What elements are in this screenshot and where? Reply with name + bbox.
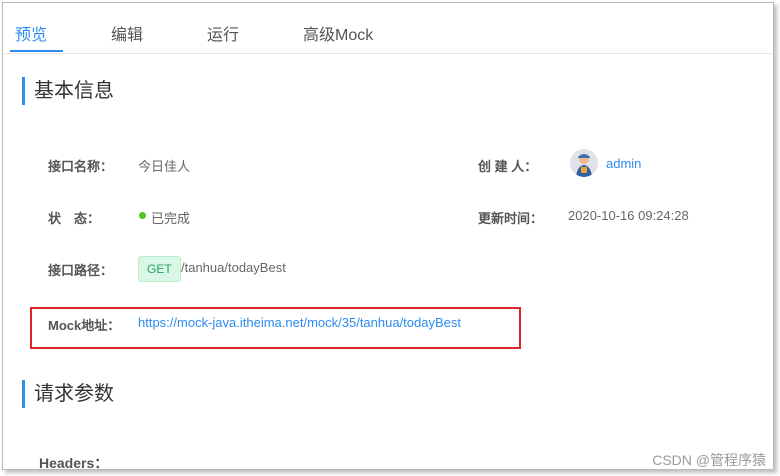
tab-bar: 预览 编辑 运行 高级Mock: [3, 3, 773, 54]
section-title-basic-info: 基本信息: [22, 77, 114, 105]
watermark: CSDN @管程序猿: [652, 452, 766, 468]
status-done-icon: [139, 212, 146, 219]
tab-edit[interactable]: 编辑: [111, 21, 143, 45]
active-tab-indicator: [10, 50, 63, 52]
api-detail-panel: 预览 编辑 运行 高级Mock 基本信息 接口名称： 今日佳人 创 建 人： a…: [2, 2, 774, 470]
interface-path-label: 接口路径：: [48, 263, 114, 278]
updated-time-value: 2020-10-16 09:24:28: [568, 208, 689, 223]
mock-address-link[interactable]: https://mock-java.itheima.net/mock/35/ta…: [138, 315, 461, 330]
section-title-request-params: 请求参数: [22, 380, 114, 408]
interface-name-label: 接口名称：: [48, 159, 114, 174]
avatar-icon: [576, 154, 592, 177]
updated-time-label: 更新时间：: [478, 211, 544, 226]
interface-path-value: /tanhua/todayBest: [181, 260, 286, 275]
creator-link[interactable]: admin: [606, 156, 641, 171]
status-label: 状 态：: [48, 211, 101, 226]
tab-run[interactable]: 运行: [207, 21, 239, 45]
mock-address-label: Mock地址：: [48, 318, 121, 333]
tab-advanced-mock[interactable]: 高级Mock: [303, 21, 373, 45]
interface-name-value: 今日佳人: [138, 159, 191, 174]
headers-label: Headers：: [39, 455, 109, 470]
creator-label: 创 建 人：: [478, 159, 538, 174]
tab-preview[interactable]: 预览: [15, 21, 47, 45]
http-method-badge: GET: [138, 256, 181, 282]
status-value: 已完成: [151, 211, 191, 226]
avatar[interactable]: [570, 149, 598, 177]
